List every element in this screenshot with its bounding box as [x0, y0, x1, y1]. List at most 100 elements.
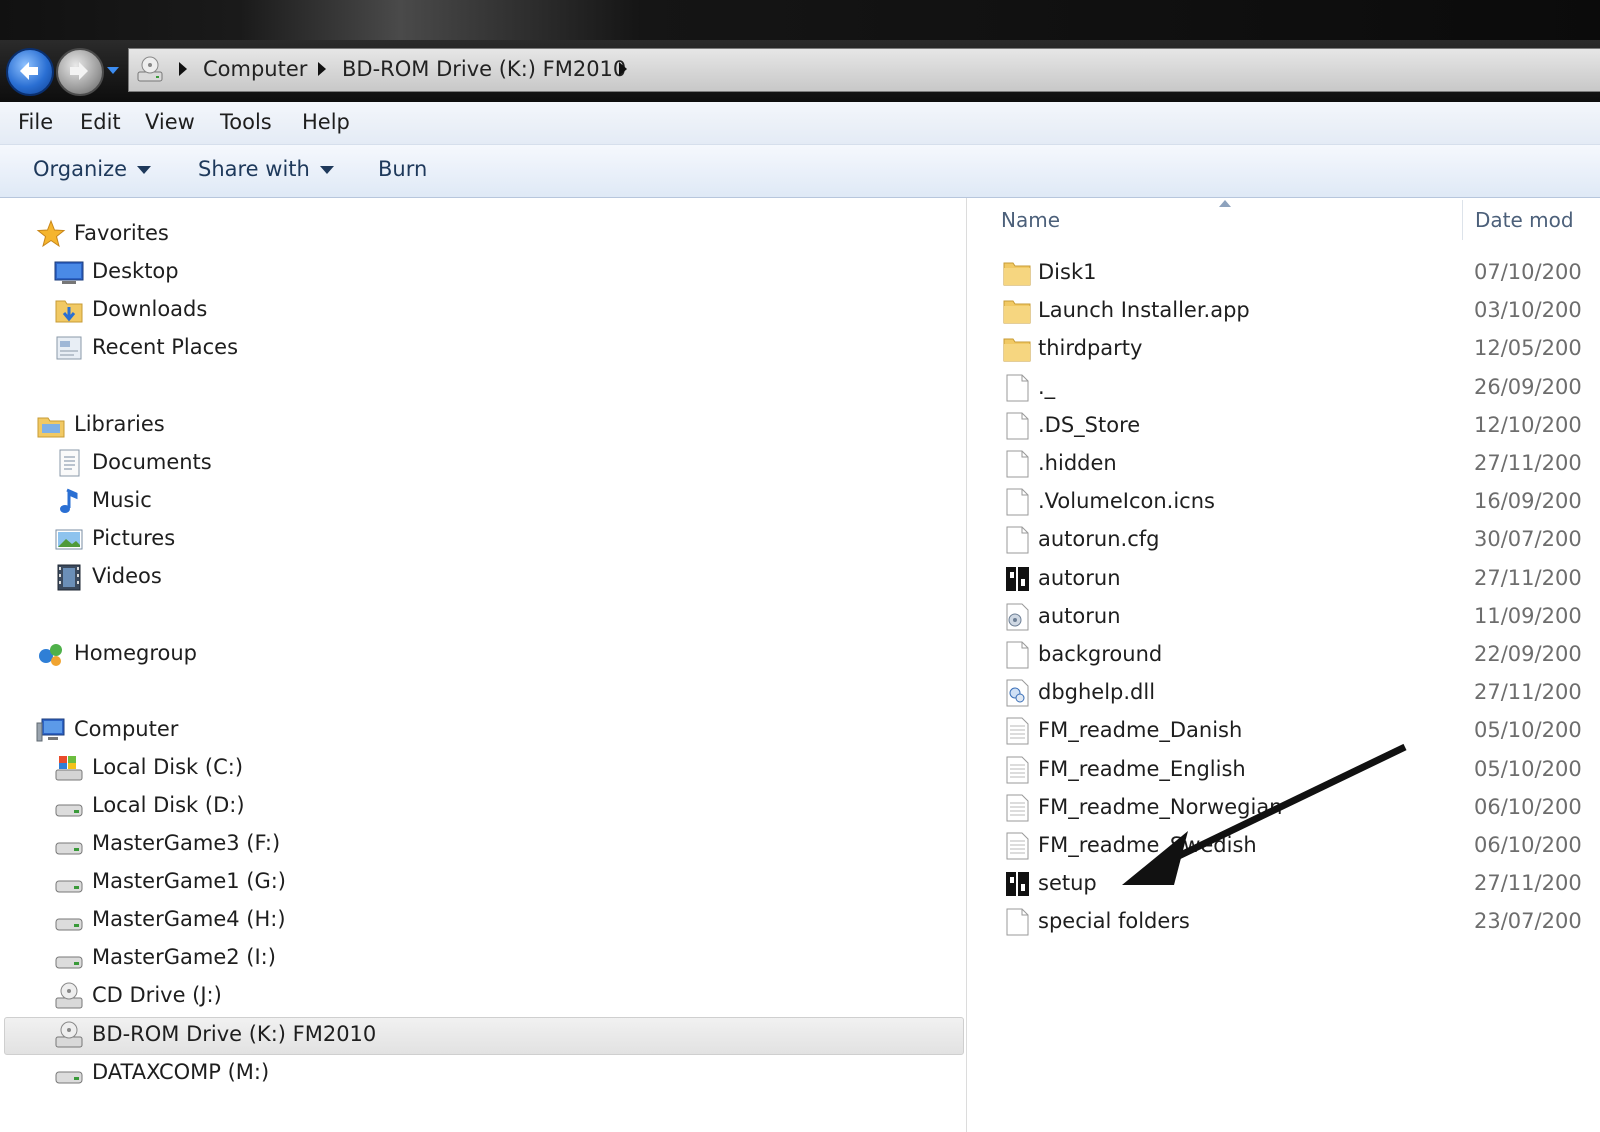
- chevron-down-icon: [137, 166, 152, 174]
- file-name: .VolumeIcon.icns: [1038, 489, 1215, 514]
- file-row[interactable]: .DS_Store 12/10/200: [1000, 408, 1600, 444]
- menu-help[interactable]: Help: [302, 110, 350, 134]
- file-name: thirdparty: [1038, 336, 1143, 361]
- file-date-modified: 27/11/200: [1474, 565, 1582, 590]
- file-row[interactable]: background 22/09/200: [1000, 637, 1600, 673]
- file-row[interactable]: autorun 11/09/200: [1000, 599, 1600, 635]
- file-name: ._: [1038, 374, 1056, 399]
- back-button[interactable]: [6, 48, 54, 96]
- recent-pages-dropdown-icon[interactable]: [106, 64, 120, 76]
- forward-button[interactable]: [56, 48, 104, 96]
- file-icon: [1006, 526, 1029, 554]
- menu-view[interactable]: View: [145, 110, 195, 134]
- file-date-modified: 27/11/200: [1474, 680, 1582, 705]
- computer-icon: [36, 718, 65, 742]
- forward-arrow-icon: [70, 62, 88, 80]
- dll-icon: [1006, 679, 1029, 707]
- homegroup-icon: [39, 644, 62, 666]
- app-icon: [1005, 566, 1029, 591]
- desktop-icon: [54, 261, 84, 284]
- file-name: dbghelp.dll: [1038, 680, 1156, 705]
- downloads-folder-icon: [55, 300, 83, 323]
- optical-drive-icon: [137, 56, 163, 82]
- folder-icon: [1003, 338, 1031, 362]
- file-name: .DS_Store: [1038, 412, 1141, 437]
- file-icon: [1006, 374, 1029, 402]
- app-icon: [1005, 872, 1029, 897]
- pictures-icon: [55, 529, 83, 550]
- star-icon: [36, 219, 66, 248]
- file-name: background: [1038, 642, 1163, 666]
- organize-label: Organize: [33, 157, 128, 181]
- annotation-arrow-icon: [1122, 743, 1407, 885]
- file-date-modified: 22/09/200: [1474, 642, 1582, 666]
- hard-drive-icon: [55, 918, 83, 931]
- file-date-modified: 30/07/200: [1474, 527, 1582, 552]
- videos-icon: [57, 564, 81, 591]
- file-name: special folders: [1038, 909, 1190, 934]
- file-name: setup: [1038, 871, 1097, 896]
- hard-drive-icon: [55, 956, 83, 969]
- file-name: autorun.cfg: [1038, 527, 1160, 552]
- file-row[interactable]: autorun 27/11/200: [1000, 561, 1600, 597]
- file-row[interactable]: autorun.cfg 30/07/200: [1000, 522, 1600, 558]
- file-date-modified: 12/10/200: [1474, 412, 1582, 437]
- sort-ascending-icon: [1219, 200, 1231, 207]
- breadcrumb-separator-icon[interactable]: [179, 62, 187, 76]
- menu-file[interactable]: File: [18, 110, 53, 134]
- organize-button[interactable]: Organize: [33, 157, 152, 181]
- file-row[interactable]: .hidden 27/11/200: [1000, 446, 1600, 482]
- folder-icon: [1003, 300, 1031, 324]
- libraries-icon: [37, 417, 65, 438]
- text-file-icon: [1006, 717, 1029, 745]
- file-row[interactable]: special folders 23/07/200: [1000, 904, 1600, 940]
- file-row[interactable]: ._ 26/09/200: [1000, 370, 1600, 406]
- address-bar[interactable]: Computer BD-ROM Drive (K:) FM2010: [128, 48, 1600, 92]
- file-date-modified: 11/09/200: [1474, 603, 1582, 628]
- file-date-modified: 27/11/200: [1474, 871, 1582, 896]
- menu-edit[interactable]: Edit: [80, 110, 121, 134]
- file-row[interactable]: dbghelp.dll 27/11/200: [1000, 675, 1600, 711]
- settings-file-icon: [1006, 603, 1029, 631]
- back-arrow-icon: [20, 62, 38, 80]
- menu-tools[interactable]: Tools: [220, 110, 272, 134]
- file-date-modified: 12/05/200: [1474, 336, 1582, 361]
- optical-drive-icon: [55, 982, 83, 1009]
- file-name: autorun: [1038, 565, 1121, 590]
- menu-bar: File Edit View Tools Help: [0, 102, 1600, 145]
- chevron-down-icon: [319, 166, 334, 174]
- hard-drive-icon: [55, 842, 83, 855]
- hard-drive-icon: [55, 804, 83, 817]
- documents-icon: [59, 449, 80, 477]
- file-row[interactable]: Disk1 07/10/200: [1000, 255, 1600, 291]
- text-file-icon: [1006, 794, 1029, 822]
- file-icon: [1006, 488, 1029, 516]
- file-date-modified: 26/09/200: [1474, 374, 1582, 399]
- file-date-modified: 03/10/200: [1474, 298, 1582, 323]
- share-with-button[interactable]: Share with: [198, 157, 334, 181]
- column-header-date-modified[interactable]: Date mod: [1475, 208, 1574, 232]
- file-date-modified: 05/10/200: [1474, 718, 1582, 743]
- share-with-label: Share with: [198, 157, 310, 181]
- file-name: Launch Installer.app: [1038, 298, 1250, 323]
- file-date-modified: 05/10/200: [1474, 756, 1582, 781]
- file-row[interactable]: thirdparty 12/05/200: [1000, 331, 1600, 367]
- file-name: autorun: [1038, 603, 1121, 628]
- file-name: Disk1: [1038, 260, 1097, 284]
- file-date-modified: 07/10/200: [1474, 260, 1582, 284]
- column-resize-handle[interactable]: [1462, 200, 1463, 240]
- breadcrumb-separator-icon[interactable]: [619, 62, 627, 76]
- text-file-icon: [1006, 756, 1029, 784]
- breadcrumb-bd-rom-drive[interactable]: BD-ROM Drive (K:) FM2010: [342, 57, 626, 81]
- file-row[interactable]: Launch Installer.app 03/10/200: [1000, 293, 1600, 329]
- file-date-modified: 06/10/200: [1474, 794, 1582, 819]
- file-row[interactable]: .VolumeIcon.icns 16/09/200: [1000, 484, 1600, 520]
- command-bar: Organize Share with Burn: [0, 145, 1600, 198]
- file-date-modified: 16/09/200: [1474, 489, 1582, 514]
- burn-button[interactable]: Burn: [378, 157, 427, 181]
- column-header-name[interactable]: Name: [1001, 208, 1060, 232]
- breadcrumb-separator-icon[interactable]: [318, 62, 326, 76]
- breadcrumb-computer[interactable]: Computer: [203, 57, 307, 81]
- system-drive-icon: [55, 756, 83, 781]
- text-file-icon: [1006, 832, 1029, 860]
